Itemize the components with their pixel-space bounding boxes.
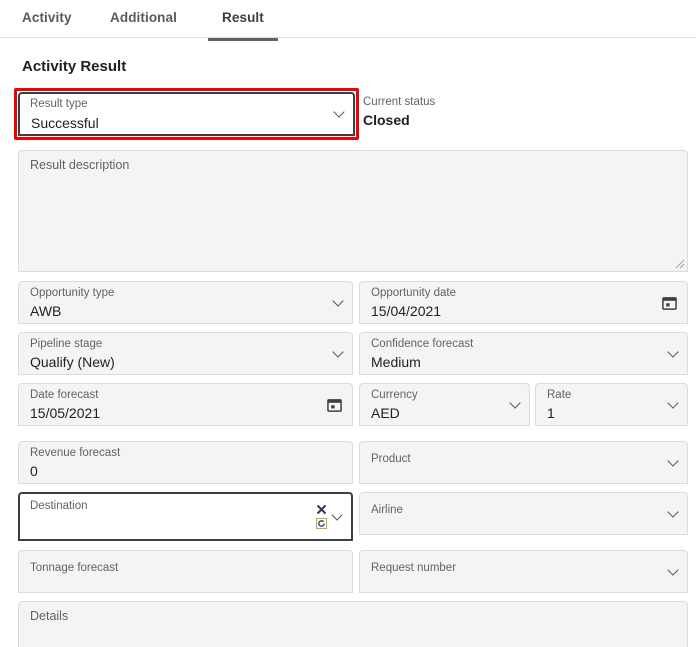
current-status-block: Current status Closed (363, 95, 435, 130)
tab-activity[interactable]: Activity (22, 10, 72, 41)
details-field[interactable]: Details (18, 601, 688, 647)
chevron-down-icon (669, 508, 678, 517)
page-title: Activity Result (22, 58, 127, 75)
opportunity-type-label: Opportunity type (30, 287, 115, 299)
chevron-down-icon (511, 399, 520, 408)
tonnage-forecast-field[interactable]: Tonnage forecast (18, 550, 353, 593)
revenue-forecast-label: Revenue forecast (30, 447, 121, 459)
pipeline-stage-label: Pipeline stage (30, 338, 103, 350)
product-label: Product (371, 453, 411, 465)
pipeline-stage-value: Qualify (New) (30, 354, 115, 370)
airline-field[interactable]: Airline (359, 492, 688, 535)
date-forecast-label: Date forecast (30, 389, 99, 401)
calendar-icon[interactable] (662, 295, 677, 310)
chevron-down-icon (333, 511, 342, 520)
tonnage-forecast-label: Tonnage forecast (30, 562, 119, 574)
details-label: Details (30, 609, 69, 623)
opportunity-type-value: AWB (30, 303, 62, 319)
destination-field[interactable]: Destination (18, 492, 353, 541)
product-field[interactable]: Product (359, 441, 688, 484)
chevron-down-icon (669, 566, 678, 575)
tab-result[interactable]: Result (208, 10, 278, 41)
airline-label: Airline (371, 504, 403, 516)
currency-field[interactable]: Currency AED (359, 383, 530, 426)
tab-bar: Activity Additional Result (0, 0, 696, 41)
destination-action-icons (316, 504, 329, 530)
request-number-field[interactable]: Request number (359, 550, 688, 593)
chevron-down-icon (669, 399, 678, 408)
date-forecast-field[interactable]: Date forecast 15/05/2021 (18, 383, 353, 426)
revenue-forecast-field[interactable]: Revenue forecast 0 (18, 441, 353, 484)
rate-label: Rate (547, 389, 572, 401)
result-type-value: Successful (31, 115, 99, 131)
date-forecast-value: 15/05/2021 (30, 405, 101, 421)
resize-grip-icon[interactable] (673, 257, 685, 269)
opportunity-date-label: Opportunity date (371, 287, 457, 299)
result-type-label: Result type (30, 98, 88, 110)
request-number-label: Request number (371, 562, 457, 574)
destination-label: Destination (30, 500, 88, 512)
opportunity-date-value: 15/04/2021 (371, 303, 442, 319)
opportunity-type-field[interactable]: Opportunity type AWB (18, 281, 353, 324)
result-description-field[interactable]: Result description (18, 150, 688, 272)
current-status-value: Closed (363, 112, 410, 128)
confidence-forecast-value: Medium (371, 354, 421, 370)
result-description-label: Result description (30, 158, 130, 172)
revenue-forecast-value: 0 (30, 463, 38, 479)
confidence-forecast-field[interactable]: Confidence forecast Medium (359, 332, 688, 375)
activity-result-form: Activity Additional Result Activity Resu… (0, 0, 696, 647)
pipeline-stage-field[interactable]: Pipeline stage Qualify (New) (18, 332, 353, 375)
rate-value: 1 (547, 405, 555, 421)
rate-field[interactable]: Rate 1 (535, 383, 688, 426)
tab-additional[interactable]: Additional (110, 10, 177, 41)
current-status-label: Current status (363, 96, 436, 108)
currency-label: Currency (371, 389, 418, 401)
chevron-down-icon (669, 348, 678, 357)
chevron-down-icon (334, 297, 343, 306)
clear-icon[interactable] (316, 504, 327, 515)
currency-value: AED (371, 405, 400, 421)
confidence-forecast-label: Confidence forecast (371, 338, 474, 350)
chevron-down-icon (334, 348, 343, 357)
chevron-down-icon (335, 108, 344, 117)
result-type-field[interactable]: Result type Successful (18, 92, 355, 136)
chevron-down-icon (669, 457, 678, 466)
calendar-icon[interactable] (327, 397, 342, 412)
refresh-icon[interactable] (316, 517, 327, 529)
opportunity-date-field[interactable]: Opportunity date 15/04/2021 (359, 281, 688, 324)
